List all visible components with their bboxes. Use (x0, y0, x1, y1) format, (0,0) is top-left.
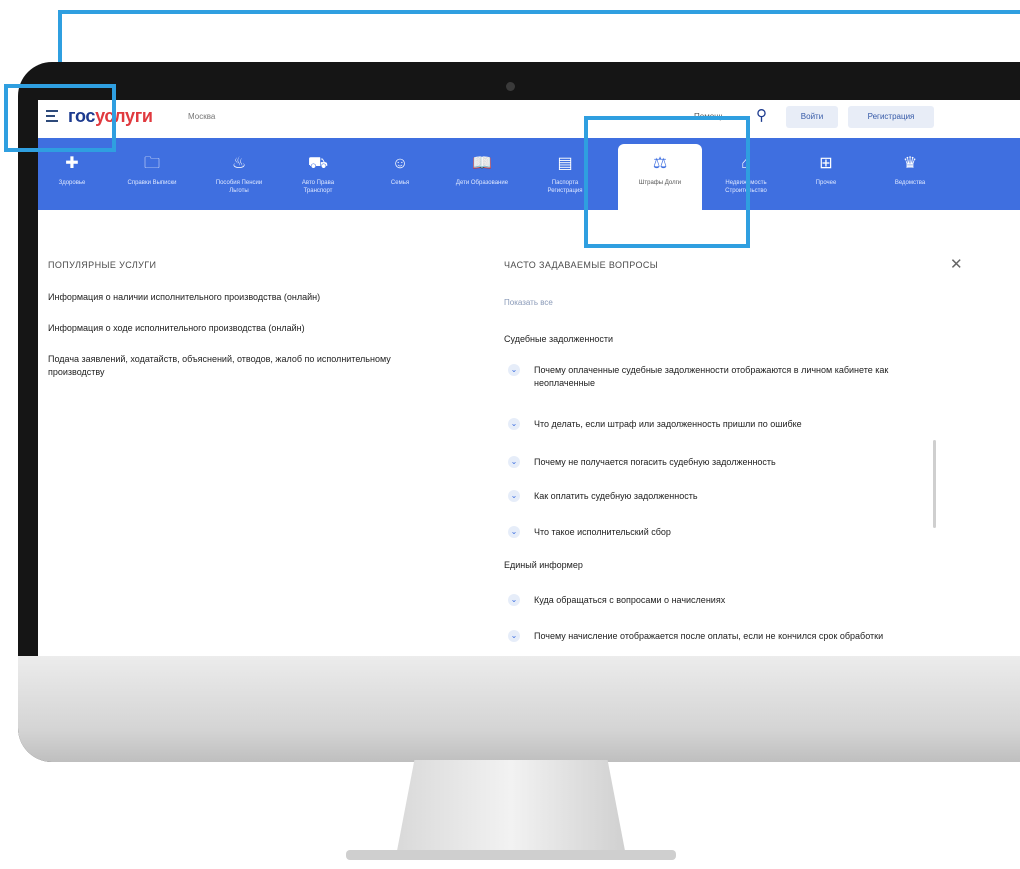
chevron-down-icon: ⌄ (508, 418, 520, 430)
nav-label: Здоровье (58, 180, 86, 186)
camera-dot (506, 82, 515, 91)
nav-label: Ведомства (894, 180, 926, 186)
faq-question: Почему начисление отображается после опл… (534, 631, 884, 641)
folder-icon: 🗀 (143, 155, 160, 172)
nav-item-education[interactable]: 📖 Дети Образование (450, 138, 514, 210)
popular-service-link[interactable]: Информация о ходе исполнительного произв… (48, 322, 428, 335)
nav-label: Справки Выписки (127, 180, 177, 186)
faq-question: Что делать, если штраф или задолженность… (534, 419, 802, 429)
book-icon: 📖 (472, 155, 492, 172)
search-icon[interactable]: ⚲ (756, 108, 767, 123)
faq-question: Почему не получается погасить судебную з… (534, 457, 776, 467)
city-selector[interactable]: Москва (188, 112, 215, 121)
popular-services-title: ПОПУЛЯРНЫЕ УСЛУГИ (48, 260, 157, 270)
family-icon: ☺ (391, 155, 409, 172)
nav-item-benefits[interactable]: ♨ Пособия Пенсии Льготы (206, 138, 272, 210)
health-icon: ✚ (65, 155, 79, 172)
chevron-down-icon: ⌄ (508, 526, 520, 538)
register-button[interactable]: Регистрация (848, 106, 934, 128)
nav-item-family[interactable]: ☺ Семья (370, 138, 430, 210)
faq-scrollbar[interactable] (933, 440, 936, 528)
chevron-down-icon: ⌄ (508, 456, 520, 468)
monitor-stand (396, 760, 626, 856)
highlight-menu-logo (4, 84, 116, 152)
nav-item-other[interactable]: ⊞ Прочее (796, 138, 856, 210)
emblem-icon: ♛ (902, 155, 918, 172)
nav-label: Авто Права Транспорт (301, 180, 335, 194)
faq-group-single-informer: Единый информер (504, 560, 583, 570)
popular-service-link[interactable]: Информация о наличии исполнительного про… (48, 291, 428, 304)
chevron-down-icon: ⌄ (508, 490, 520, 502)
chevron-down-icon: ⌄ (508, 364, 520, 376)
faq-question: Как оплатить судебную задолженность (534, 491, 698, 501)
nav-item-auto[interactable]: ⛟ Авто Права Транспорт (286, 138, 350, 210)
chevron-down-icon: ⌄ (508, 630, 520, 642)
nav-label: Дети Образование (455, 180, 509, 186)
benefits-icon: ♨ (231, 155, 247, 172)
faq-group-court-debts: Судебные задолженности (504, 334, 614, 344)
faq-title: ЧАСТО ЗАДАВАЕМЫЕ ВОПРОСЫ (504, 260, 659, 270)
screen: госуслуги Москва Помощь ⚲ Войти Регистра… (38, 100, 1020, 656)
car-icon: ⛟ (307, 155, 329, 172)
category-nav: ✚ Здоровье 🗀 Справки Выписки ♨ Пособия Пенс… (38, 138, 1020, 210)
nav-label: Семья (390, 180, 410, 186)
close-icon[interactable]: ✕ (950, 255, 963, 273)
nav-item-certificates[interactable]: 🗀 Справки Выписки (122, 138, 182, 210)
monitor-chin (18, 656, 1020, 762)
faq-show-all-link[interactable]: Показать все (504, 298, 553, 307)
callout-line-horizontal (58, 10, 1020, 14)
top-bar: госуслуги Москва Помощь ⚲ Войти Регистра… (38, 100, 1020, 138)
login-button[interactable]: Войти (786, 106, 838, 128)
nav-label: Пособия Пенсии Льготы (215, 180, 263, 194)
faq-question: Почему оплаченные судебные задолженности… (534, 365, 889, 388)
monitor-stand-base (346, 850, 676, 860)
popular-service-link[interactable]: Подача заявлений, ходатайств, объяснений… (48, 353, 428, 379)
faq-question: Что такое исполнительский сбор (534, 527, 671, 537)
nav-label: Прочее (815, 180, 837, 186)
highlight-fines-tab (584, 116, 750, 248)
nav-item-agencies[interactable]: ♛ Ведомства (878, 138, 942, 210)
chevron-down-icon: ⌄ (508, 594, 520, 606)
grid-icon: ⊞ (819, 155, 833, 172)
faq-question: Куда обращаться с вопросами о начисления… (534, 595, 726, 605)
